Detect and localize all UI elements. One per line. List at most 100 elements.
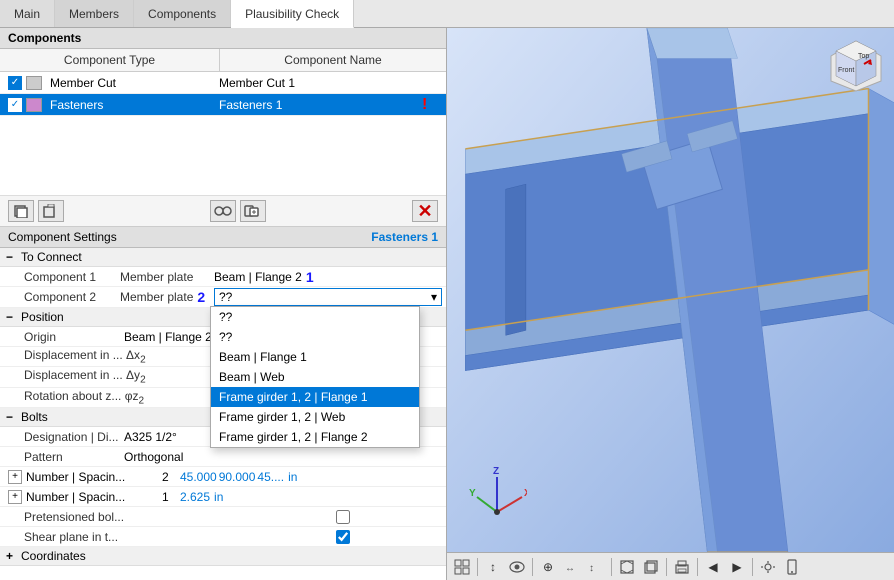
prop-label-pattern: Pattern (0, 450, 120, 464)
comp-row-membercut[interactable]: ✓ Member Cut Member Cut 1 (0, 72, 446, 94)
nav-cube[interactable]: Front Top (826, 36, 886, 96)
prop-value-ns1: 2 45.000 90.000 45.... in (162, 470, 446, 484)
section-title-to-connect[interactable]: − To Connect (0, 248, 446, 267)
dropdown-item-1[interactable]: ?? (211, 327, 419, 347)
prop-label-component2: Component 2 (0, 290, 120, 304)
prop-label2-component2: Member plate 2 (120, 289, 210, 305)
view-btn-plus[interactable]: ⊕ (537, 556, 559, 578)
warn-fasteners: ! (422, 96, 442, 114)
components-header: Components (0, 28, 446, 49)
components-toolbar: ✕ (0, 196, 446, 227)
expand-icon-1[interactable]: + (8, 470, 22, 484)
prop-label-disp-x: Displacement in ... Δx2 (0, 348, 200, 365)
sep5 (697, 558, 698, 576)
view-btn-print[interactable] (671, 556, 693, 578)
view-btn-eye[interactable] (506, 556, 528, 578)
dropdown-item-6[interactable]: Frame girder 1, 2 | Flange 2 (211, 427, 419, 447)
dropdown-component2[interactable]: ?? ▾ (214, 288, 442, 306)
view-toolbar: ↕ ⊕ ↔ ↕ ◀ ▶ (447, 552, 894, 580)
col-type-header: Component Type (0, 49, 220, 71)
view-btn-rotate[interactable]: ↕ (482, 556, 504, 578)
main-layout: Components Component Type Component Name… (0, 28, 894, 580)
check-membercut[interactable]: ✓ (4, 76, 26, 90)
dropdown-arrow: ▾ (431, 290, 437, 304)
svg-text:Y: Y (469, 488, 476, 499)
prop-number-spacing-2: + Number | Spacin... 1 2.625 in (0, 487, 446, 507)
dropdown-item-4[interactable]: Frame girder 1, 2 | Flange 1 (211, 387, 419, 407)
prop-label-ns1: Number | Spacin... (22, 470, 162, 484)
settings-header: Component Settings Fasteners 1 (0, 227, 446, 248)
section-coordinates: + Coordinates (0, 547, 446, 566)
settings-panel: Component Settings Fasteners 1 − To Conn… (0, 227, 446, 580)
sep1 (477, 558, 478, 576)
dropdown-menu: ?? ?? Beam | Flange 1 Beam | Web Frame g… (210, 306, 420, 448)
collapse-icon-bolts: − (6, 410, 13, 424)
prop-value-pattern: Orthogonal (120, 450, 446, 464)
comp-row-fasteners[interactable]: ✓ Fasteners Fasteners 1 ! (0, 94, 446, 116)
prop-pattern: Pattern Orthogonal (0, 447, 446, 467)
tab-plausibility[interactable]: Plausibility Check (231, 0, 354, 28)
type-fasteners: Fasteners (46, 98, 211, 112)
dropdown-item-2[interactable]: Beam | Flange 1 (211, 347, 419, 367)
sep2 (532, 558, 533, 576)
sep3 (611, 558, 612, 576)
expand-icon-2[interactable]: + (8, 490, 22, 504)
comp-empty (0, 116, 446, 196)
prop-pretensioned: Pretensioned bol... (0, 507, 446, 527)
tab-main[interactable]: Main (0, 0, 55, 27)
tab-bar: Main Members Components Plausibility Che… (0, 0, 894, 28)
check-fasteners[interactable]: ✓ (4, 98, 26, 112)
view-btn-zarrow[interactable]: ↕ (585, 556, 607, 578)
prop-value-ns2: 1 2.625 in (162, 490, 446, 504)
tab-members[interactable]: Members (55, 0, 134, 27)
prop-component1: Component 1 Member plate Beam | Flange 2… (0, 267, 446, 287)
axes-indicator: X Y Z (467, 462, 517, 512)
toolbar-btn-clone[interactable] (240, 200, 266, 222)
col-name-header: Component Name (220, 49, 446, 71)
dropdown-item-3[interactable]: Beam | Web (211, 367, 419, 387)
prop-label-component1: Component 1 (0, 270, 120, 284)
prop-value-component2: ?? ▾ ?? ?? Beam | Flange 1 Beam | Web Fr… (210, 288, 446, 306)
color-membercut (26, 76, 42, 90)
dropdown-item-0[interactable]: ?? (211, 307, 419, 327)
svg-text:↕: ↕ (589, 563, 594, 573)
view-btn-next[interactable]: ▶ (726, 556, 748, 578)
value-fasteners: Fasteners 1 (211, 98, 422, 112)
checkbox-fasteners[interactable]: ✓ (8, 98, 22, 112)
section-title-coordinates[interactable]: + Coordinates (0, 547, 446, 566)
viewport[interactable]: X Y Z (447, 28, 894, 552)
toolbar-btn-1[interactable] (8, 200, 34, 222)
collapse-icon-to-connect: − (6, 250, 13, 264)
color-fasteners (26, 98, 42, 112)
components-table: Component Type Component Name ✓ Member C… (0, 49, 446, 116)
svg-text:X: X (524, 488, 527, 499)
collapse-icon-coords: + (6, 549, 13, 563)
view-btn-settings[interactable] (757, 556, 779, 578)
view-btn-phone[interactable] (781, 556, 803, 578)
checkbox-membercut[interactable]: ✓ (8, 76, 22, 90)
prop-value-shear (240, 530, 446, 544)
prop-label-shear: Shear plane in t... (0, 530, 240, 544)
prop-label-designation: Designation | Di... (0, 430, 120, 444)
svg-text:Top: Top (858, 53, 869, 60)
type-membercut: Member Cut (46, 76, 211, 90)
prop-label-rot-z: Rotation about z... φz2 (0, 389, 200, 406)
prop-component2: Component 2 Member plate 2 ?? ▾ ?? (0, 287, 446, 308)
prop-shear: Shear plane in t... (0, 527, 446, 547)
sep6 (752, 558, 753, 576)
tab-components[interactable]: Components (134, 0, 231, 27)
toolbar-btn-delete[interactable]: ✕ (412, 200, 438, 222)
view-btn-box1[interactable] (616, 556, 638, 578)
checkbox-shear[interactable] (336, 530, 350, 544)
view-btn-prev[interactable]: ◀ (702, 556, 724, 578)
value-membercut: Member Cut 1 (211, 76, 446, 90)
dropdown-item-5[interactable]: Frame girder 1, 2 | Web (211, 407, 419, 427)
view-btn-xarrow[interactable]: ↔ (561, 556, 583, 578)
toolbar-btn-2[interactable] (38, 200, 64, 222)
svg-text:↔: ↔ (565, 563, 575, 573)
view-btn-box2[interactable] (640, 556, 662, 578)
checkbox-pretensioned[interactable] (336, 510, 350, 524)
view-btn-grid[interactable] (451, 556, 473, 578)
prop-label2-component1: Member plate (120, 270, 210, 284)
toolbar-btn-assign[interactable] (210, 200, 236, 222)
